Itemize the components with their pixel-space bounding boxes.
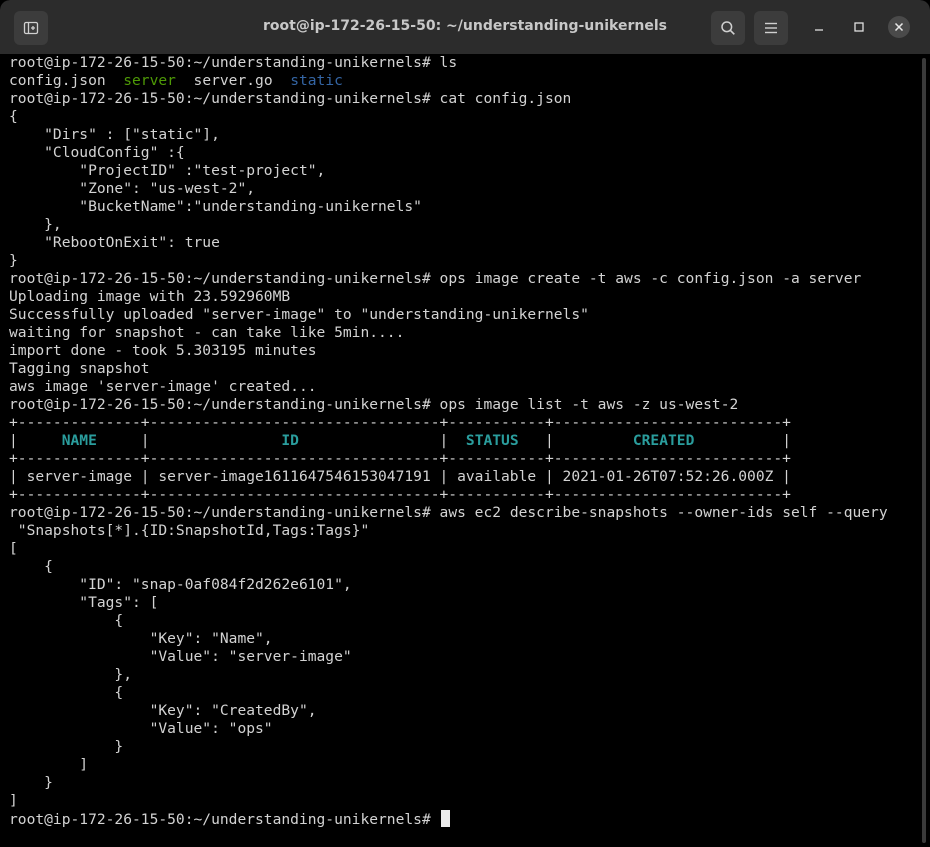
table-border: +--------------+------------------------… xyxy=(9,486,791,503)
output-line: "ID": "snap-0af084f2d262e6101", xyxy=(9,576,352,593)
output-line: ] xyxy=(9,792,18,809)
table-header: | NAME | ID | STATUS | CREATED | xyxy=(9,432,792,449)
output-line: "Dirs" : ["static"], xyxy=(9,126,220,143)
search-button[interactable] xyxy=(711,11,745,45)
command-line: root@ip-172-26-15-50:~/understanding-uni… xyxy=(9,54,458,71)
output-line: "RebootOnExit": true xyxy=(9,234,220,251)
search-icon xyxy=(721,21,735,35)
scrollbar[interactable] xyxy=(922,58,926,843)
prompt: root@ip-172-26-15-50:~/understanding-uni… xyxy=(9,54,440,71)
menu-icon xyxy=(765,22,777,34)
close-button[interactable] xyxy=(888,16,910,38)
command-line: root@ip-172-26-15-50:~/understanding-uni… xyxy=(9,504,888,521)
output-line: } xyxy=(9,252,18,269)
maximize-icon xyxy=(854,22,864,32)
output-line: "ProjectID" :"test-project", xyxy=(9,162,326,179)
table-border: +--------------+------------------------… xyxy=(9,414,791,431)
output-line: "Value": "ops" xyxy=(9,720,273,737)
output-line: }, xyxy=(9,216,62,233)
output-line: Successfully uploaded "server-image" to … xyxy=(9,306,589,323)
prompt: root@ip-172-26-15-50:~/understanding-uni… xyxy=(9,90,440,107)
output-line: "Key": "Name", xyxy=(9,630,273,647)
output-line: }, xyxy=(9,666,133,683)
output-line: "Tags": [ xyxy=(9,594,159,611)
text-cursor xyxy=(440,810,450,827)
table-border: +--------------+------------------------… xyxy=(9,450,791,467)
output-line: { xyxy=(9,684,124,701)
prompt: root@ip-172-26-15-50:~/understanding-uni… xyxy=(9,504,440,521)
prompt: root@ip-172-26-15-50:~/understanding-uni… xyxy=(9,270,440,287)
output-line: Tagging snapshot xyxy=(9,360,150,377)
column-header-status: STATUS xyxy=(465,432,519,449)
output-line: { xyxy=(9,108,18,125)
terminal-output[interactable]: root@ip-172-26-15-50:~/understanding-uni… xyxy=(9,54,916,828)
output-line: "BucketName":"understanding-unikernels" xyxy=(9,198,422,215)
output-line: ] xyxy=(9,756,89,773)
column-header-created: CREATED xyxy=(632,432,695,449)
minimize-icon xyxy=(815,29,823,31)
output-line: } xyxy=(9,738,124,755)
output-line: waiting for snapshot - can take like 5mi… xyxy=(9,324,405,341)
output-line: [ xyxy=(9,540,18,557)
output-line: "Key": "CreatedBy", xyxy=(9,702,317,719)
output-line: } xyxy=(9,774,53,791)
close-icon xyxy=(894,22,904,32)
command-line-active[interactable]: root@ip-172-26-15-50:~/understanding-uni… xyxy=(9,810,916,828)
output-line: "Zone": "us-west-2", xyxy=(9,180,256,197)
output-line: Uploading image with 23.592960MB xyxy=(9,288,291,305)
window-title: root@ip-172-26-15-50: ~/understanding-un… xyxy=(263,18,667,34)
command-line: root@ip-172-26-15-50:~/understanding-uni… xyxy=(9,396,739,413)
output-line: { xyxy=(9,612,124,629)
minimize-button[interactable] xyxy=(808,16,830,38)
output-line: config.json server server.go static xyxy=(9,72,343,89)
output-line: import done - took 5.303195 minutes xyxy=(9,342,317,359)
title-bar: root@ip-172-26-15-50: ~/understanding-un… xyxy=(0,0,930,54)
command-line-continued: "Snapshots[*].{ID:SnapshotId,Tags:Tags}" xyxy=(9,522,370,539)
column-header-name: NAME xyxy=(61,432,97,449)
prompt: root@ip-172-26-15-50:~/understanding-uni… xyxy=(9,396,440,413)
column-header-id: ID xyxy=(281,432,299,449)
menu-button[interactable] xyxy=(754,11,788,45)
server-file: server xyxy=(123,72,176,89)
output-line: { xyxy=(9,558,53,575)
table-row: | server-image | server-image16116475461… xyxy=(9,468,791,485)
static-directory: static xyxy=(290,72,343,89)
command-line: root@ip-172-26-15-50:~/understanding-uni… xyxy=(9,270,862,287)
command-line: root@ip-172-26-15-50:~/understanding-uni… xyxy=(9,90,572,107)
terminal-window: root@ip-172-26-15-50: ~/understanding-un… xyxy=(0,0,930,847)
output-line: "Value": "server-image" xyxy=(9,648,352,665)
output-line: "CloudConfig" :{ xyxy=(9,144,185,161)
output-line: aws image 'server-image' created... xyxy=(9,378,317,395)
prompt: root@ip-172-26-15-50:~/understanding-uni… xyxy=(9,811,440,828)
maximize-button[interactable] xyxy=(848,16,870,38)
